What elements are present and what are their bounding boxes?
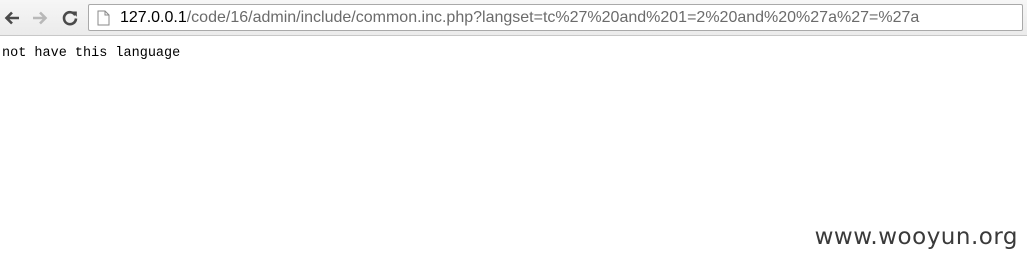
address-bar[interactable]: 127.0.0.1/code/16/admin/include/common.i… bbox=[88, 4, 1023, 31]
forward-button[interactable] bbox=[28, 6, 52, 30]
url-text[interactable]: 127.0.0.1/code/16/admin/include/common.i… bbox=[120, 9, 919, 27]
page-message: not have this language bbox=[2, 46, 181, 61]
back-arrow-icon bbox=[4, 11, 19, 25]
page-icon bbox=[94, 9, 112, 27]
browser-toolbar: 127.0.0.1/code/16/admin/include/common.i… bbox=[0, 0, 1027, 36]
url-path: /code/16/admin/include/common.inc.php?la… bbox=[186, 8, 920, 26]
watermark-text: www.wooyun.org bbox=[814, 224, 1018, 250]
reload-button[interactable] bbox=[58, 6, 82, 30]
browser-window: 127.0.0.1/code/16/admin/include/common.i… bbox=[0, 0, 1027, 264]
url-host: 127.0.0.1 bbox=[120, 8, 187, 26]
forward-arrow-icon bbox=[33, 11, 48, 25]
back-button[interactable] bbox=[0, 6, 24, 30]
reload-icon bbox=[62, 10, 78, 26]
